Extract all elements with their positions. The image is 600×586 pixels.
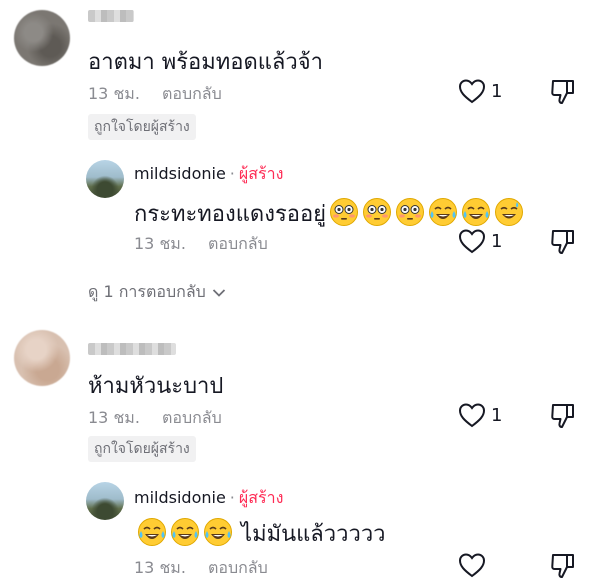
heart-outline-icon (458, 403, 486, 428)
reply-time: 13 ชม. (134, 234, 186, 253)
tears-of-joy-emoji (428, 197, 458, 233)
commenter-username-blurred[interactable] (88, 343, 176, 355)
reply-text: ไม่มันแล้ววววว (241, 522, 386, 547)
creator-username[interactable]: mildsidonie (134, 488, 226, 507)
creator-avatar[interactable] (86, 160, 124, 198)
heart-outline-icon (458, 79, 486, 104)
comment-time: 13 ชม. (88, 408, 140, 427)
dislike-button[interactable] (550, 78, 576, 106)
reply-button[interactable]: ตอบกลับ (208, 234, 268, 253)
like-button[interactable] (458, 78, 486, 104)
like-count: 1 (491, 81, 503, 102)
comment-text: ห้ามหัวนะบาป (88, 374, 224, 399)
comment-time: 13 ชม. (88, 84, 140, 103)
separator-dot: · (229, 164, 235, 183)
tears-of-joy-emoji (203, 517, 233, 553)
reply-text-row: ไม่มันแล้ววววว (134, 516, 386, 553)
dislike-button[interactable] (550, 228, 576, 256)
reply-meta: 13 ชม. ตอบกลับ (134, 232, 268, 257)
commenter-username-blurred[interactable] (88, 10, 134, 22)
commenter-avatar[interactable] (14, 10, 70, 66)
tears-of-joy-emoji (170, 517, 200, 553)
reply-button[interactable]: ตอบกลับ (162, 408, 222, 427)
creator-tag: ผู้สร้าง (238, 488, 284, 507)
view-replies-button[interactable]: ดู 1 การตอบกลับ (88, 280, 226, 305)
flushed-face-emoji (395, 197, 425, 233)
tears-of-joy-emoji (137, 517, 167, 553)
comment-meta: 13 ชม. ตอบกลับ (88, 82, 222, 107)
reply-button[interactable]: ตอบกลับ (162, 84, 222, 103)
comment-meta: 13 ชม. ตอบกลับ (88, 406, 222, 431)
creator-header: mildsidonie · ผู้สร้าง (134, 486, 283, 511)
reply-text: กระทะทองแดงรออยู่ (134, 202, 327, 227)
creator-header: mildsidonie · ผู้สร้าง (134, 162, 283, 187)
flushed-face-emoji (329, 197, 359, 233)
thumbs-down-icon (551, 230, 574, 254)
heart-outline-icon (458, 553, 486, 578)
like-button[interactable] (458, 402, 486, 428)
like-button[interactable] (458, 228, 486, 254)
like-button[interactable] (458, 552, 486, 578)
thumbs-down-icon (551, 80, 574, 104)
like-count: 1 (491, 405, 503, 426)
creator-avatar[interactable] (86, 482, 124, 520)
reply-button[interactable]: ตอบกลับ (208, 558, 268, 577)
grinning-sweat-emoji (494, 197, 524, 233)
heart-outline-icon (458, 229, 486, 254)
reply-time: 13 ชม. (134, 558, 186, 577)
separator-dot: · (229, 488, 235, 507)
dislike-button[interactable] (550, 402, 576, 430)
chevron-down-icon (212, 288, 225, 297)
liked-by-creator-badge: ถูกใจโดยผู้สร้าง (88, 114, 196, 140)
thumbs-down-icon (551, 554, 574, 578)
reply-emojis (326, 198, 524, 227)
view-replies-label: ดู 1 การตอบกลับ (88, 282, 206, 301)
liked-by-creator-badge: ถูกใจโดยผู้สร้าง (88, 436, 196, 462)
creator-tag: ผู้สร้าง (238, 164, 284, 183)
commenter-avatar[interactable] (14, 330, 70, 386)
thumbs-down-icon (551, 404, 574, 428)
reply-emojis (134, 518, 233, 547)
creator-username[interactable]: mildsidonie (134, 164, 226, 183)
dislike-button[interactable] (550, 552, 576, 580)
reply-meta: 13 ชม. ตอบกลับ (134, 556, 268, 581)
comment-text: อาตมา พร้อมทอดแล้วจ้า (88, 50, 323, 75)
flushed-face-emoji (362, 197, 392, 233)
like-count: 1 (491, 231, 503, 252)
